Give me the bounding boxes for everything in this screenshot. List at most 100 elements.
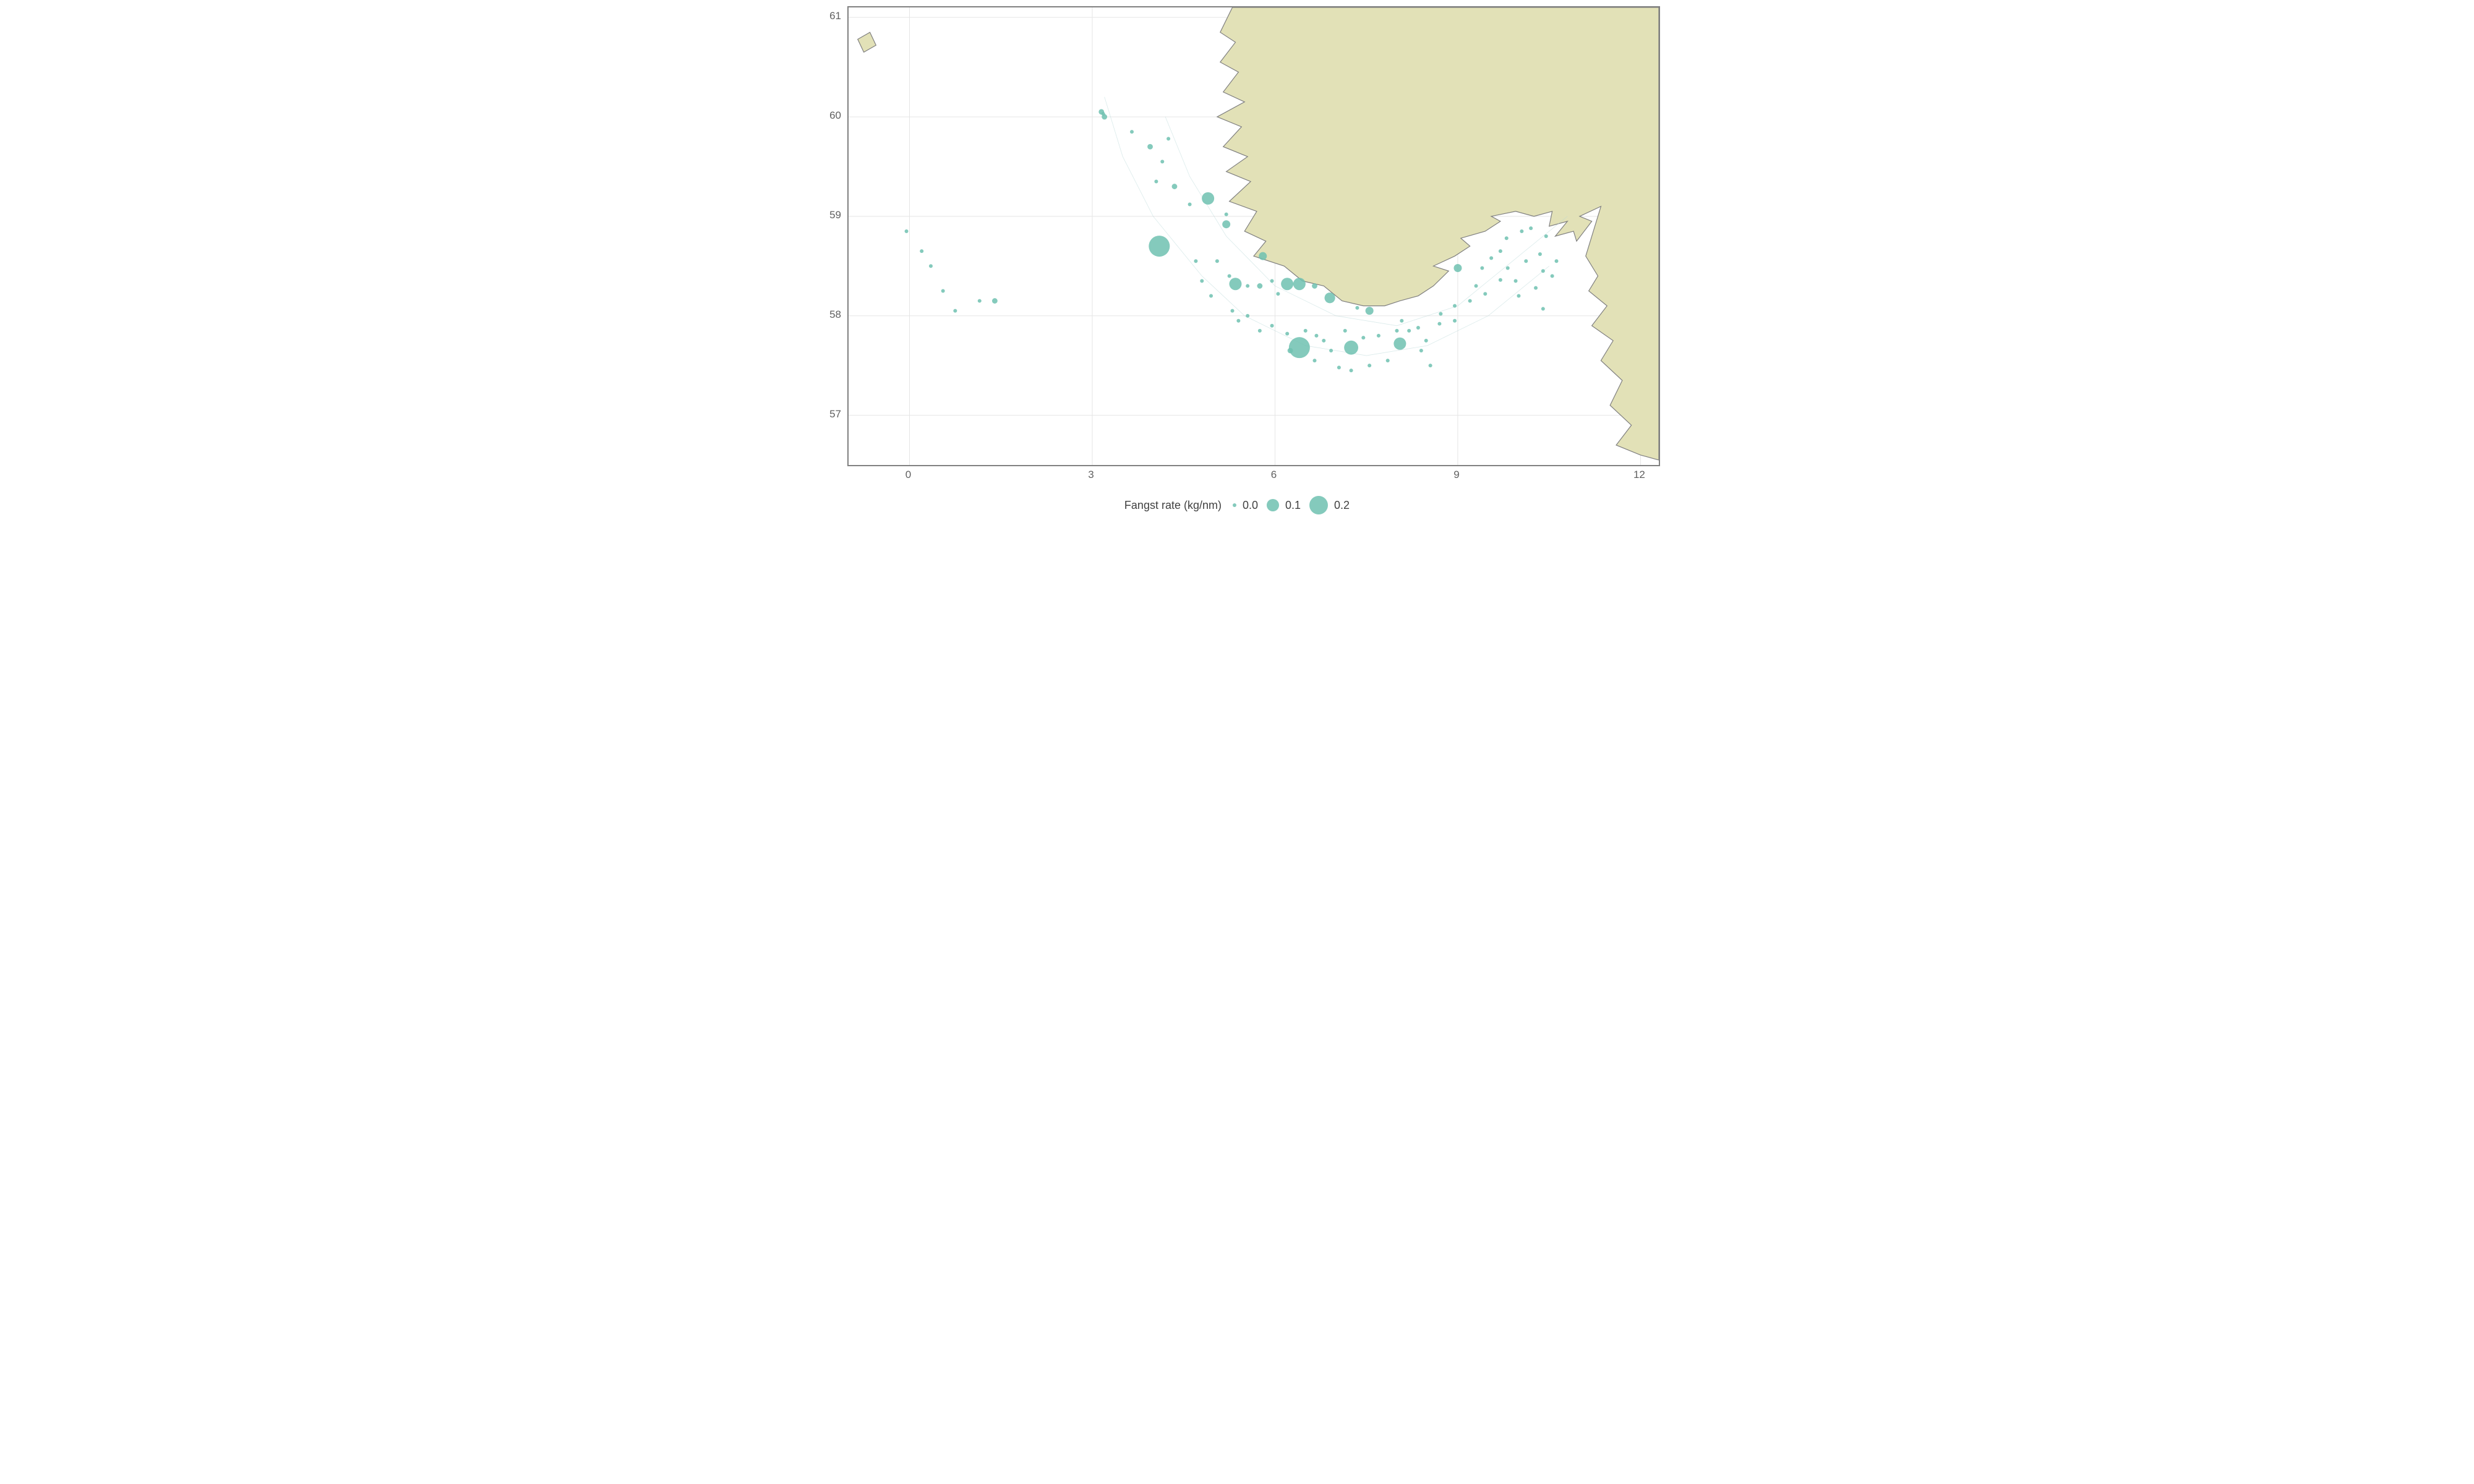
size-legend: Fangst rate (kg/nm) 0.0 0.1 0.2 — [804, 496, 1670, 514]
plot-area — [847, 6, 1660, 466]
data-point — [1172, 184, 1178, 189]
data-point — [1246, 284, 1249, 288]
x-tick-label: 6 — [1271, 469, 1277, 481]
data-point — [1147, 144, 1153, 150]
data-point — [1312, 359, 1316, 362]
legend-label: 0.0 — [1243, 499, 1258, 512]
data-point — [1551, 274, 1554, 278]
data-point — [978, 299, 982, 303]
data-point — [1222, 220, 1230, 228]
data-point — [1453, 319, 1457, 323]
data-point — [1424, 339, 1428, 343]
legend-dot-large — [1309, 496, 1328, 514]
data-point — [1149, 236, 1170, 257]
data-point — [905, 229, 909, 233]
data-point — [1322, 339, 1325, 343]
y-tick-label: 61 — [829, 10, 841, 22]
data-point — [1270, 324, 1274, 328]
data-point — [1400, 319, 1403, 323]
data-point — [1366, 307, 1374, 315]
data-point — [1325, 292, 1335, 303]
map-svg — [849, 7, 1659, 465]
data-point — [1506, 266, 1510, 270]
legend-entry: 0.1 — [1267, 499, 1301, 512]
data-point — [1304, 329, 1308, 333]
data-point — [1337, 365, 1341, 369]
data-point — [1386, 359, 1390, 362]
legend-label: 0.1 — [1285, 499, 1301, 512]
legend-title: Fangst rate (kg/nm) — [1124, 499, 1222, 512]
data-point — [1355, 306, 1359, 310]
legend-entry: 0.2 — [1309, 496, 1350, 514]
data-point — [920, 249, 923, 253]
data-point — [1505, 236, 1509, 240]
data-point — [1231, 309, 1235, 313]
data-point — [1368, 364, 1371, 367]
x-tick-label: 9 — [1453, 469, 1459, 481]
data-point — [1200, 279, 1204, 283]
legend-label: 0.2 — [1334, 499, 1350, 512]
data-point — [1236, 319, 1240, 323]
data-point — [1439, 312, 1442, 315]
data-point — [1194, 259, 1197, 263]
data-point — [941, 289, 945, 292]
x-tick-label: 12 — [1633, 469, 1645, 481]
data-point — [1429, 364, 1432, 367]
data-point — [1270, 279, 1274, 283]
data-point — [1228, 274, 1231, 278]
data-point — [1499, 249, 1502, 253]
data-point — [1259, 252, 1267, 260]
data-point — [1453, 264, 1462, 272]
data-point — [1276, 292, 1280, 296]
data-point — [1257, 283, 1262, 289]
y-tick-label: 57 — [829, 408, 841, 420]
data-point — [1419, 349, 1423, 352]
data-point — [1514, 279, 1518, 283]
data-point — [1343, 329, 1347, 333]
data-point — [992, 298, 998, 304]
data-point — [1344, 341, 1358, 355]
data-point — [1258, 329, 1262, 333]
y-tick-label: 59 — [829, 209, 841, 221]
data-point — [1377, 334, 1380, 338]
data-point — [1329, 349, 1333, 352]
data-point — [1314, 334, 1318, 338]
data-point — [1312, 283, 1317, 289]
data-point — [1407, 329, 1411, 333]
data-point — [1202, 192, 1214, 205]
legend-dot-medium — [1267, 499, 1279, 511]
y-tick-label: 58 — [829, 309, 841, 321]
data-point — [1229, 278, 1241, 290]
data-point — [1393, 338, 1406, 350]
y-tick-label: 60 — [829, 109, 841, 122]
x-tick-label: 0 — [905, 469, 911, 481]
data-point — [1517, 294, 1520, 298]
data-point — [1555, 259, 1559, 263]
data-point — [1416, 326, 1420, 330]
data-point — [929, 264, 933, 268]
data-point — [1215, 259, 1219, 263]
data-point — [1225, 213, 1228, 216]
data-point — [1361, 336, 1365, 339]
data-point — [1520, 229, 1523, 233]
data-point — [1166, 137, 1170, 140]
data-point — [1453, 304, 1457, 308]
data-point — [1483, 292, 1487, 296]
data-point — [1209, 294, 1213, 298]
data-point — [1541, 269, 1545, 273]
legend-dot-small — [1233, 503, 1236, 507]
data-point — [1499, 278, 1502, 282]
data-point — [1437, 322, 1441, 326]
data-point — [953, 309, 957, 313]
data-point — [1534, 286, 1538, 290]
legend-entry: 0.0 — [1233, 499, 1258, 512]
data-point — [1529, 226, 1533, 230]
data-point — [1395, 329, 1398, 333]
data-point — [1538, 252, 1542, 256]
x-tick-label: 3 — [1088, 469, 1094, 481]
data-point — [1246, 314, 1249, 318]
data-point — [1281, 278, 1293, 290]
data-point — [1475, 284, 1478, 288]
data-point — [1293, 278, 1306, 290]
data-point — [1480, 266, 1484, 270]
